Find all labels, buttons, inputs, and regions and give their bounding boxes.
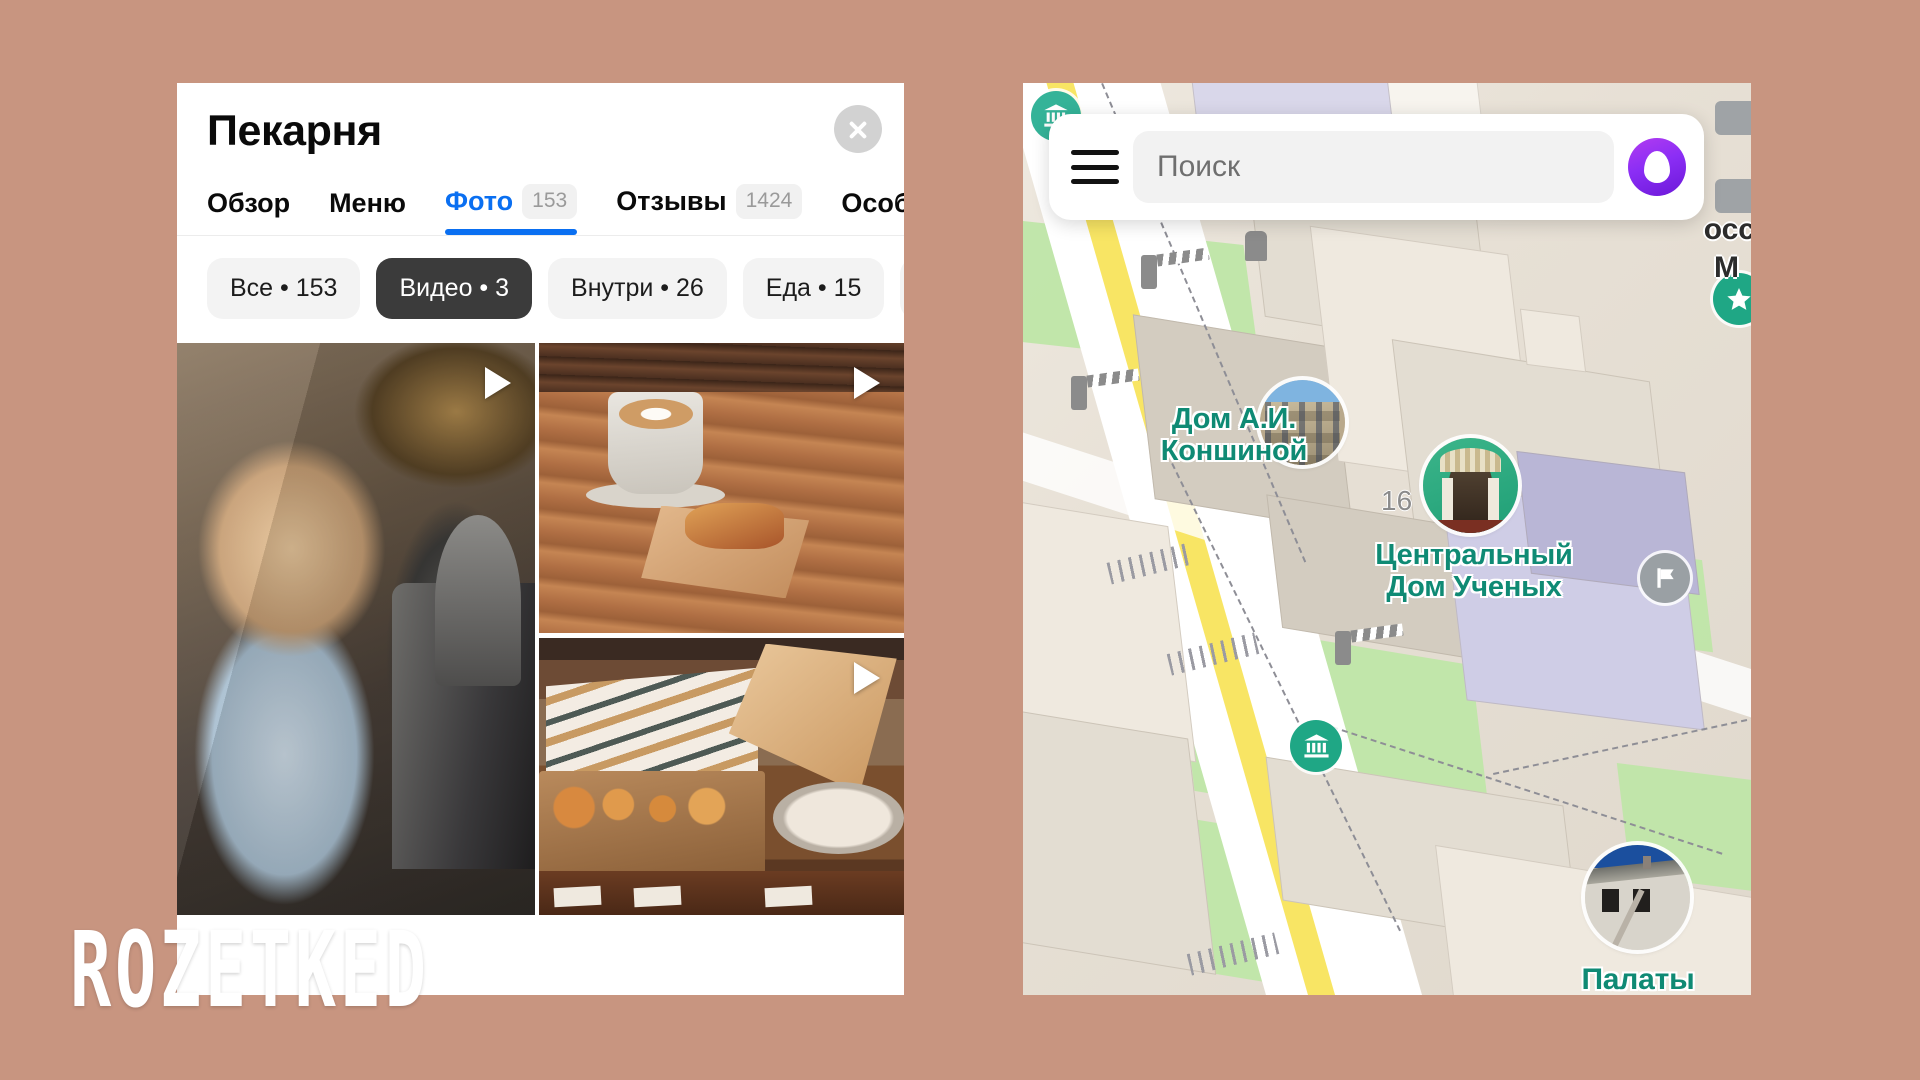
- map-search-bar: Поиск: [1049, 114, 1704, 220]
- tab-count-badge: 153: [522, 184, 578, 220]
- museum-glyph: [1303, 733, 1329, 757]
- edge-label-top: осс: [1703, 213, 1751, 246]
- photo-column-right: [539, 343, 904, 916]
- tray-shape: [772, 782, 904, 855]
- photo-column-left: [177, 343, 535, 916]
- chimney-shape: [1642, 855, 1652, 870]
- edge-poi-icon: [1715, 179, 1751, 213]
- tab-bar: Обзор Меню Фото 153 Отзывы 1424 Особ: [207, 184, 904, 236]
- tab-label: Фото: [444, 186, 514, 217]
- building-block: [1519, 308, 1587, 373]
- barrier-icon: [1141, 255, 1157, 289]
- tab-label: Отзывы: [616, 186, 727, 217]
- close-icon[interactable]: [834, 105, 882, 153]
- floor-shape: [1432, 519, 1509, 533]
- roof-shape: [1585, 858, 1690, 885]
- poi-thumbnail-konshina[interactable]: [1260, 380, 1345, 465]
- tab-photos[interactable]: Фото 153: [444, 184, 578, 236]
- filter-chip-outside[interactable]: Снар: [900, 258, 904, 320]
- price-tag: [553, 886, 602, 909]
- play-icon[interactable]: [854, 367, 880, 400]
- barrier-icon: [1335, 631, 1351, 665]
- price-tag: [633, 886, 682, 909]
- building-block: [1023, 701, 1217, 975]
- place-card-panel: Пекарня Обзор Меню Фото 153 Отзывы 1424: [177, 83, 904, 995]
- price-tag: [764, 886, 814, 909]
- house-number: 16: [1381, 485, 1413, 516]
- pastry-shape: [685, 502, 784, 550]
- statue-icon: [1245, 231, 1267, 261]
- alice-assistant-icon[interactable]: [1628, 138, 1686, 196]
- buns-shape: [549, 776, 751, 838]
- filter-chip-inside[interactable]: Внутри • 26: [548, 258, 727, 320]
- filter-chip-all[interactable]: Все • 153: [207, 258, 361, 320]
- poi-thumbnail-dom-uchenyh[interactable]: [1423, 438, 1518, 533]
- search-input[interactable]: Поиск: [1133, 131, 1614, 203]
- flag-glyph: [1657, 568, 1674, 588]
- building-facade-shape: [1265, 402, 1340, 465]
- tab-underline: [444, 229, 578, 236]
- tab-reviews[interactable]: Отзывы 1424: [616, 184, 803, 235]
- column-shape: [1442, 477, 1454, 524]
- filter-chip-food[interactable]: Еда • 15: [742, 258, 885, 320]
- photo-filter-chips: Все • 153 Видео • 3 Внутри • 26 Еда • 15…: [177, 236, 904, 343]
- poi-thumbnail-palaty[interactable]: [1585, 845, 1690, 950]
- photo-tile-barista[interactable]: [177, 343, 535, 916]
- grinder-shape: [434, 514, 521, 687]
- arch-ornament-shape: [1440, 447, 1501, 473]
- photo-tile-latte[interactable]: [539, 343, 904, 634]
- edge-poi-icon: [1715, 101, 1751, 135]
- hamburger-menu-icon[interactable]: [1071, 150, 1119, 184]
- map-panel[interactable]: Дом А.И. Коншиной 16 Центральный Дом Уче…: [1023, 83, 1751, 995]
- tab-label: Обзор: [207, 188, 291, 219]
- filter-chip-video[interactable]: Видео • 3: [376, 258, 533, 320]
- page-title: Пекарня: [207, 107, 382, 155]
- search-placeholder: Поиск: [1157, 150, 1241, 183]
- photo-tile-pastries[interactable]: [539, 638, 904, 916]
- tab-label: Меню: [329, 188, 406, 219]
- tab-label: Особ: [841, 188, 904, 219]
- tab-overview[interactable]: Обзор: [207, 188, 290, 235]
- tab-bar-divider: [177, 235, 904, 237]
- play-icon[interactable]: [854, 662, 880, 695]
- window-shape: [1601, 889, 1619, 913]
- bench-back-shape: [539, 343, 904, 393]
- photo-grid: [177, 343, 904, 916]
- star-glyph: [1727, 288, 1751, 310]
- tab-features[interactable]: Особ: [841, 188, 904, 235]
- coffee-cup-shape: [608, 392, 704, 494]
- tab-menu[interactable]: Меню: [329, 188, 406, 235]
- play-icon[interactable]: [485, 367, 511, 400]
- barrier-icon: [1071, 376, 1087, 410]
- column-shape: [1487, 477, 1499, 524]
- place-card-header: Пекарня Обзор Меню Фото 153 Отзывы 1424: [177, 83, 904, 237]
- tab-count-badge: 1424: [735, 184, 803, 220]
- edge-label-bottom: М: [1714, 251, 1739, 284]
- alice-drop-glyph: [1644, 151, 1670, 183]
- flag-icon[interactable]: [1640, 553, 1690, 603]
- museum-icon[interactable]: [1290, 720, 1342, 772]
